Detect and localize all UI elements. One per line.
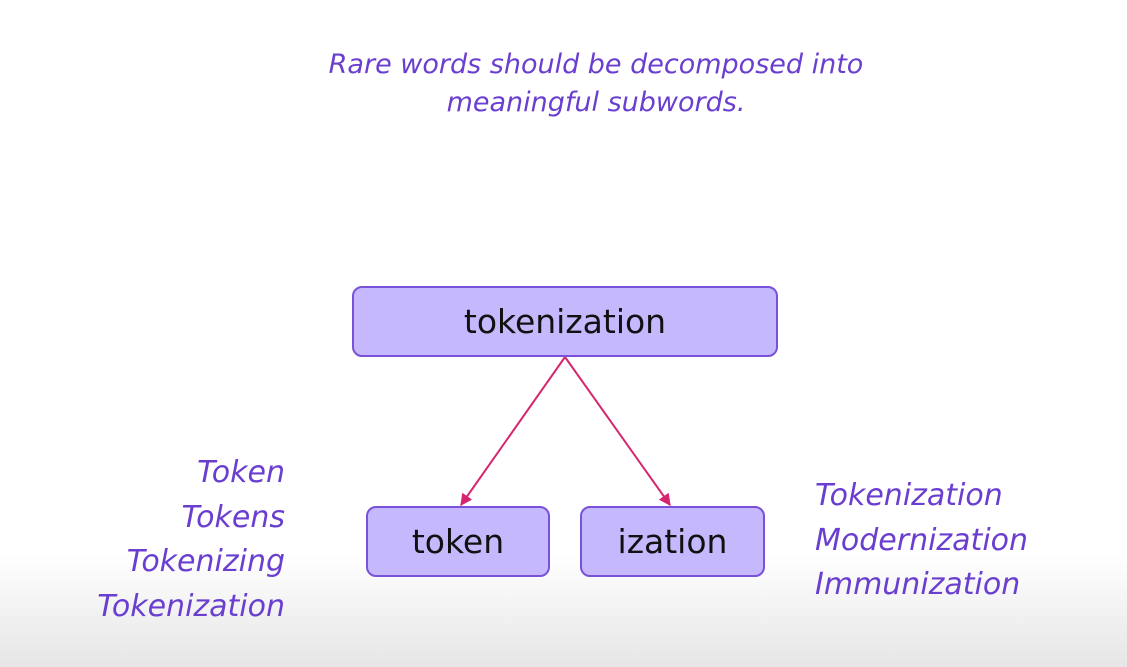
arrow-to-ization xyxy=(564,356,671,506)
subword-box-ization: ization xyxy=(580,506,765,577)
examples-right-list: Tokenization Modernization Immunization xyxy=(815,474,1028,608)
example-word: Tokenizing xyxy=(126,544,285,579)
examples-left-list: Token Tokens Tokenizing Tokenization xyxy=(97,451,285,629)
arrow-to-token xyxy=(460,356,566,506)
example-word: Immunization xyxy=(815,567,1021,602)
example-word: Tokens xyxy=(181,499,285,535)
example-word: Tokenization xyxy=(815,478,1003,513)
root-token-box: tokenization xyxy=(352,286,778,357)
subword-box-token: token xyxy=(366,506,550,577)
example-word: Modernization xyxy=(815,522,1029,558)
example-word: Token xyxy=(197,455,285,490)
example-word: Tokenization xyxy=(97,588,285,624)
